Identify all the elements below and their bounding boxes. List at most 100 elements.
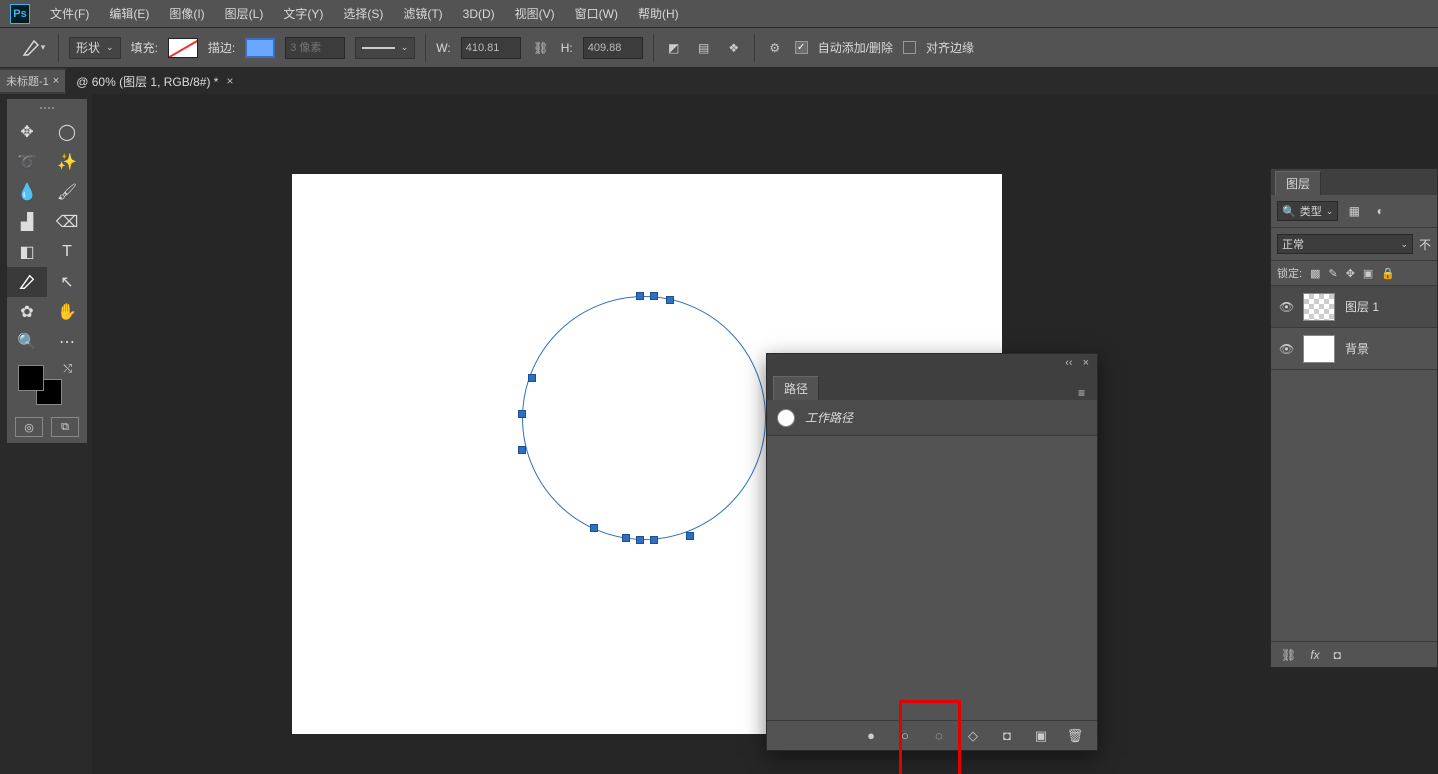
extra-tool-icon[interactable]: ⋯	[47, 327, 87, 357]
lock-pixels-icon[interactable]: ▩	[1310, 267, 1320, 280]
menu-window[interactable]: 窗口(W)	[565, 0, 628, 27]
marquee-tool-icon[interactable]: ◯	[47, 117, 87, 147]
lock-all-icon[interactable]: 🔒	[1381, 267, 1395, 280]
quickmask-icon[interactable]: ◎	[15, 417, 43, 437]
layers-panel-footer: ⛓ fx ◘	[1271, 641, 1437, 667]
width-input[interactable]	[461, 37, 521, 59]
panel-collapse-icon[interactable]: ‹‹	[1065, 357, 1072, 369]
layer-row-background[interactable]: 👁 背景	[1271, 328, 1437, 370]
anchor-point[interactable]	[650, 536, 658, 544]
menu-file[interactable]: 文件(F)	[40, 0, 99, 27]
color-swatches[interactable]: ⤭	[12, 363, 82, 411]
add-mask-icon[interactable]: ◘	[999, 728, 1015, 744]
align-edges-checkbox[interactable]	[903, 41, 916, 54]
panel-close-icon[interactable]: ×	[1083, 357, 1089, 369]
lasso-tool-icon[interactable]: ➰	[7, 147, 47, 177]
lock-artboard-icon[interactable]: ▣	[1363, 267, 1373, 280]
menu-image[interactable]: 图像(I)	[159, 0, 214, 27]
ellipse-path[interactable]	[522, 296, 766, 540]
visibility-toggle-icon[interactable]: 👁	[1279, 342, 1293, 356]
anchor-point[interactable]	[650, 292, 658, 300]
layer-thumbnail[interactable]	[1303, 335, 1335, 363]
auto-add-delete-checkbox[interactable]: ✓	[795, 41, 808, 54]
mini-tab[interactable]: 未标题-1 ×	[0, 70, 66, 92]
new-path-icon[interactable]: ▣	[1033, 728, 1049, 744]
fill-swatch[interactable]	[168, 38, 198, 58]
filter-adjust-icon[interactable]: ◐	[1370, 201, 1390, 221]
menu-bar: Ps 文件(F) 编辑(E) 图像(I) 图层(L) 文字(Y) 选择(S) 滤…	[0, 0, 1438, 28]
stroke-style-dropdown[interactable]: ⌄	[355, 37, 415, 59]
path-item-work-path[interactable]: 工作路径	[767, 400, 1097, 436]
eyedropper-tool-icon[interactable]: 💧	[7, 177, 47, 207]
shape-tool-icon[interactable]: ✿	[7, 297, 47, 327]
menu-edit[interactable]: 编辑(E)	[99, 0, 159, 27]
link-wh-icon[interactable]: ⛓	[531, 38, 551, 58]
anchor-point[interactable]	[528, 374, 536, 382]
path-to-selection-icon[interactable]: ◌	[931, 728, 947, 744]
visibility-toggle-icon[interactable]: 👁	[1279, 300, 1293, 314]
path-arrange-icon[interactable]: ❖	[724, 38, 744, 58]
anchor-point[interactable]	[636, 536, 644, 544]
anchor-point[interactable]	[636, 292, 644, 300]
fx-icon[interactable]: fx	[1310, 648, 1319, 662]
move-tool-icon[interactable]: ✥	[7, 117, 47, 147]
zoom-tool-icon[interactable]: 🔍	[7, 327, 47, 357]
anchor-point[interactable]	[590, 524, 598, 532]
brush-tool-icon[interactable]: 🖌	[47, 177, 87, 207]
layers-tab[interactable]: 图层	[1275, 171, 1321, 195]
mask-icon[interactable]: ◘	[1334, 648, 1341, 662]
anchor-point[interactable]	[518, 446, 526, 454]
stroke-path-icon[interactable]: ○	[897, 728, 913, 744]
path-ops-icon[interactable]: ◩	[664, 38, 684, 58]
gradient-tool-icon[interactable]: ◧	[7, 237, 47, 267]
gear-icon[interactable]: ⚙	[765, 38, 785, 58]
stamp-tool-icon[interactable]: ▟	[7, 207, 47, 237]
menu-type[interactable]: 文字(Y)	[273, 0, 333, 27]
layer-name[interactable]: 图层 1	[1345, 298, 1379, 315]
swap-colors-icon[interactable]: ⤭	[63, 363, 72, 376]
path-align-icon[interactable]: ▤	[694, 38, 714, 58]
filter-pixel-icon[interactable]: ▦	[1344, 201, 1364, 221]
lock-brush-icon[interactable]: ✎	[1328, 267, 1337, 280]
panel-menu-icon[interactable]: ≡	[1072, 386, 1091, 400]
lock-position-icon[interactable]: ✥	[1346, 267, 1355, 280]
anchor-point[interactable]	[622, 534, 630, 542]
canvas-area[interactable]	[92, 94, 1438, 774]
fill-path-icon[interactable]: ●	[863, 728, 879, 744]
selection-to-path-icon[interactable]: ◇	[965, 728, 981, 744]
toolbox-grip[interactable]	[7, 99, 87, 117]
menu-help[interactable]: 帮助(H)	[628, 0, 689, 27]
anchor-point[interactable]	[666, 296, 674, 304]
menu-select[interactable]: 选择(S)	[333, 0, 393, 27]
link-layers-icon[interactable]: ⛓	[1281, 648, 1296, 662]
blend-mode-dropdown[interactable]: 正常 ⌄	[1277, 234, 1413, 254]
anchor-point[interactable]	[518, 410, 526, 418]
menu-filter[interactable]: 滤镜(T)	[393, 0, 452, 27]
path-select-tool-icon[interactable]: ↖	[47, 267, 87, 297]
foreground-color-swatch[interactable]	[18, 365, 44, 391]
menu-3d[interactable]: 3D(D)	[453, 0, 505, 27]
stroke-swatch[interactable]	[245, 38, 275, 58]
type-tool-icon[interactable]: T	[47, 237, 87, 267]
mini-tab-close-icon[interactable]: ×	[53, 75, 59, 87]
screenmode-icon[interactable]: ⧉	[51, 417, 79, 437]
paths-tab[interactable]: 路径	[773, 376, 819, 400]
layer-row-1[interactable]: 👁 图层 1	[1271, 286, 1437, 328]
pen-tool-icon[interactable]	[7, 267, 47, 297]
height-input[interactable]	[583, 37, 643, 59]
stroke-width-input[interactable]	[285, 37, 345, 59]
menu-layer[interactable]: 图层(L)	[215, 0, 274, 27]
layer-name[interactable]: 背景	[1345, 340, 1369, 357]
delete-path-icon[interactable]: 🗑	[1067, 728, 1083, 744]
hand-tool-icon[interactable]: ✋	[47, 297, 87, 327]
document-tab-close-icon[interactable]: ×	[226, 74, 233, 88]
magic-wand-tool-icon[interactable]: ✨	[47, 147, 87, 177]
tool-mode-dropdown[interactable]: 形状 ⌄	[69, 37, 121, 59]
menu-view[interactable]: 视图(V)	[505, 0, 565, 27]
pen-tool-indicator-icon[interactable]: ▾	[18, 36, 48, 60]
layer-thumbnail[interactable]	[1303, 293, 1335, 321]
document-tab[interactable]: @ 60% (图层 1, RGB/8#) * ×	[66, 68, 243, 94]
anchor-point[interactable]	[686, 532, 694, 540]
eraser-tool-icon[interactable]: ⌫	[47, 207, 87, 237]
layer-filter-kind[interactable]: 🔍 类型 ⌄	[1277, 201, 1338, 221]
